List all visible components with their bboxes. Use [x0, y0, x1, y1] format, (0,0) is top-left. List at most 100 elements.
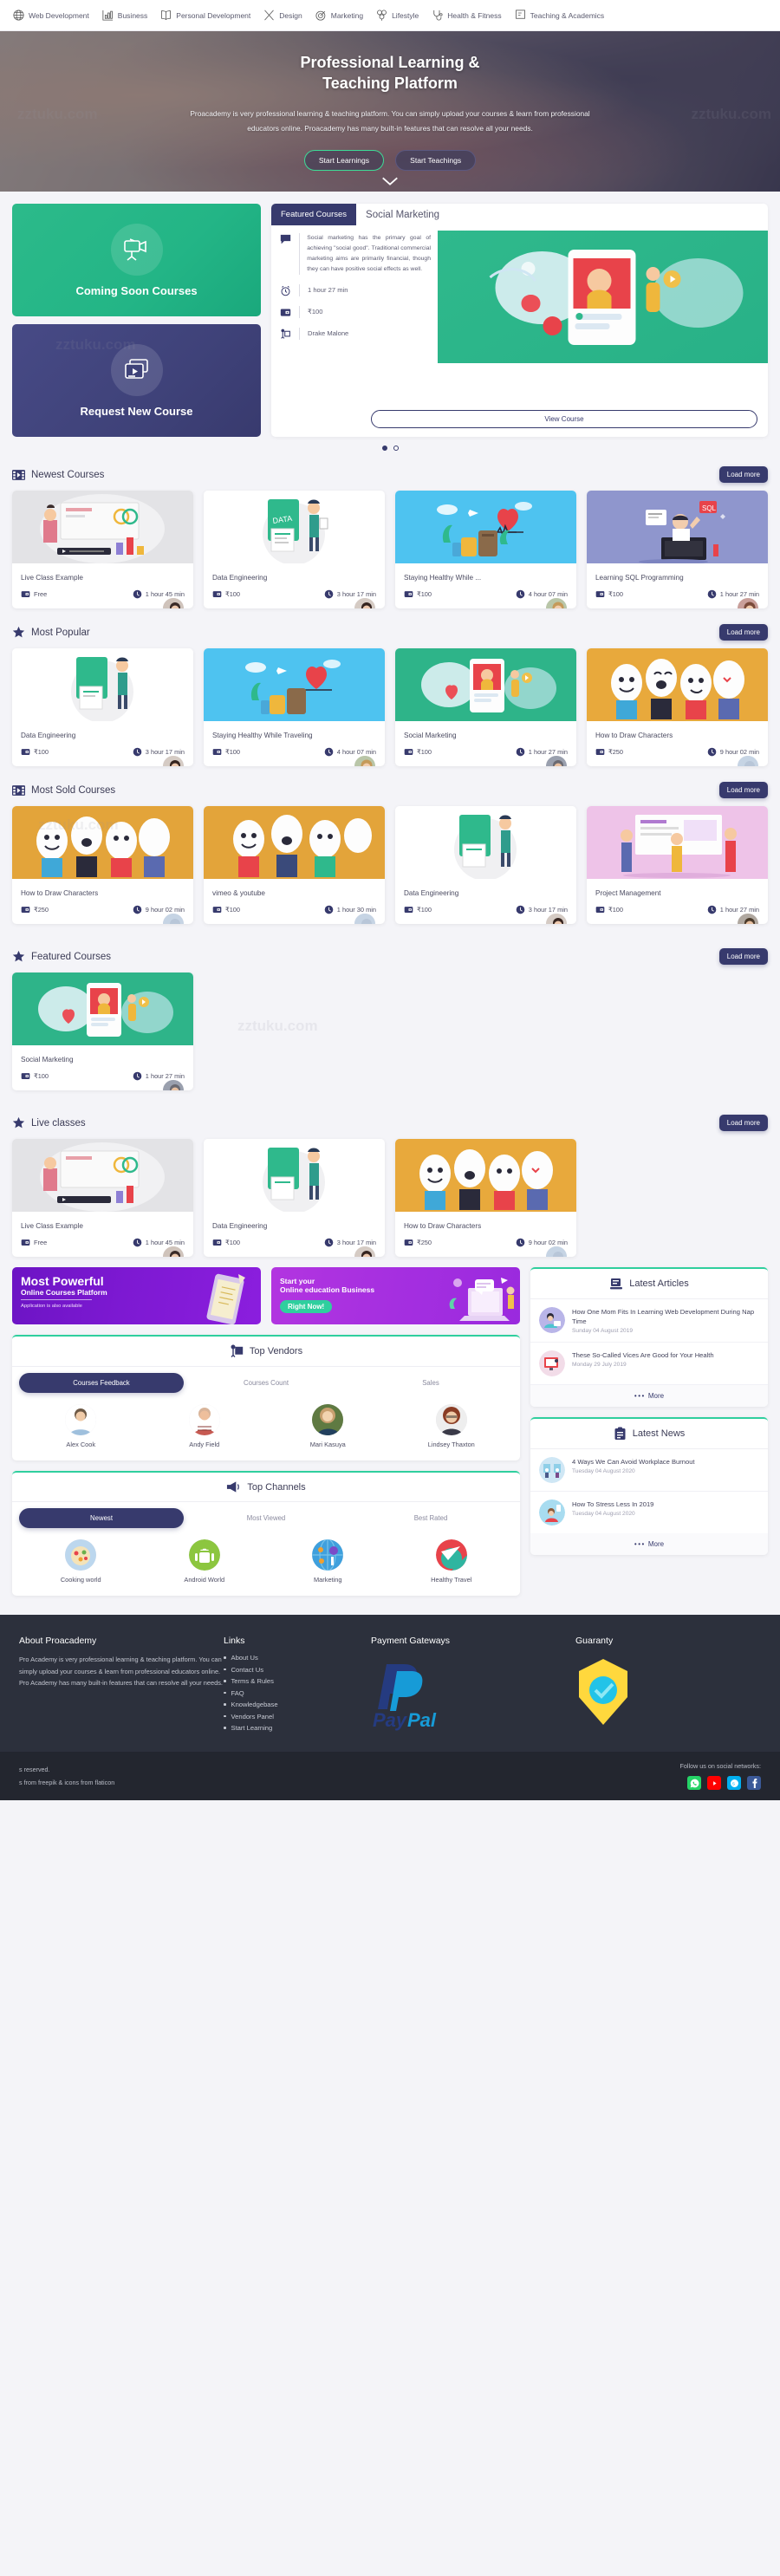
chevron-down-icon[interactable]	[380, 175, 400, 187]
pencil-ruler-icon	[264, 10, 275, 21]
facebook-icon[interactable]	[747, 1776, 761, 1790]
nav-item-web-development[interactable]: Web Development	[12, 9, 89, 22]
article-icon	[610, 1278, 623, 1290]
carousel-dot-1[interactable]	[381, 446, 387, 451]
footer-link-start-learning[interactable]: Start Learning	[224, 1724, 371, 1732]
course-card[interactable]: Live Class Example Free 1 hour 45 min	[12, 491, 193, 608]
list-item[interactable]: Mari Kasuya	[266, 1404, 390, 1448]
featured-tabs: Featured Courses Social Marketing	[271, 204, 768, 225]
list-item[interactable]: Marketing	[266, 1539, 390, 1584]
view-course-button[interactable]: View Course	[371, 410, 757, 428]
list-item[interactable]: Cooking world	[19, 1539, 143, 1584]
youtube-icon[interactable]	[707, 1776, 721, 1790]
channel-name: Healthy Travel	[431, 1576, 472, 1584]
course-card[interactable]: Staying Healthy While ... ₹100 4 hour 07…	[395, 491, 576, 608]
promo-column: Coming Soon Courses zztuku.com Request N…	[12, 204, 261, 437]
load-more-button[interactable]: Load more	[718, 624, 768, 641]
svg-text:Pal: Pal	[407, 1709, 437, 1731]
course-card[interactable]: Social Marketing ₹100 1 hour 27 min	[395, 648, 576, 766]
course-card[interactable]: How to Draw Characters ₹250 9 hour 02 mi…	[587, 648, 768, 766]
footer-link-faq[interactable]: FAQ	[224, 1689, 371, 1697]
hero-actions: Start Learnings Start Teachings	[173, 150, 607, 172]
tab-most-viewed[interactable]: Most Viewed	[184, 1508, 348, 1528]
promo-banners: Most Powerful Online Courses Platform Ap…	[12, 1267, 520, 1324]
promo-label: Coming Soon Courses	[75, 283, 198, 297]
nav-label: Web Development	[29, 10, 89, 20]
course-card[interactable]: Data Engineering ₹100 3 hour 17 min	[395, 806, 576, 924]
list-item[interactable]: These So-Called Vices Are Good for Your …	[530, 1343, 768, 1385]
tab-courses-feedback[interactable]: Courses Feedback	[19, 1373, 184, 1393]
course-card[interactable]: Project Management ₹100 1 hour 27 min	[587, 806, 768, 924]
nav-item-design[interactable]: Design	[263, 9, 302, 22]
course-price: Free	[34, 1239, 48, 1246]
course-card[interactable]: Data Engineering ₹100 3 hour 17 min	[204, 1139, 385, 1257]
course-thumbnail	[587, 648, 768, 721]
footer-link-knowledgebase[interactable]: Knowledgebase	[224, 1701, 371, 1708]
footer-link-terms-rules[interactable]: Terms & Rules	[224, 1677, 371, 1685]
presentation-icon	[280, 328, 299, 340]
list-item[interactable]: Android World	[143, 1539, 267, 1584]
load-more-button[interactable]: Load more	[718, 1115, 768, 1131]
tab-courses-count[interactable]: Courses Count	[184, 1373, 348, 1393]
banner-most-powerful[interactable]: Most Powerful Online Courses Platform Ap…	[12, 1267, 261, 1324]
course-card[interactable]: How to Draw Characters ₹250 9 hour 02 mi…	[12, 806, 193, 924]
news-more-button[interactable]: ••• More	[530, 1533, 768, 1555]
whatsapp-icon[interactable]	[687, 1776, 701, 1790]
nav-item-business[interactable]: Business	[101, 9, 147, 22]
course-grid: zztuku.com	[12, 973, 768, 1090]
course-thumbnail	[587, 806, 768, 879]
load-more-button[interactable]: Load more	[718, 466, 768, 483]
laptop-chat-illustration	[449, 1278, 515, 1321]
article-thumbnail	[539, 1350, 565, 1376]
footer-heading: About Proacademy	[19, 1636, 97, 1646]
footer-link-contact-us[interactable]: Contact Us	[224, 1666, 371, 1674]
banner-start-business[interactable]: Start your Online education Business Rig…	[271, 1267, 520, 1324]
articles-more-button[interactable]: ••• More	[530, 1385, 768, 1407]
live-class-illustration	[40, 1142, 165, 1212]
list-item[interactable]: Alex Cook	[19, 1404, 143, 1448]
nav-item-personal-development[interactable]: Personal Development	[159, 9, 250, 22]
price-chip: ₹250	[21, 905, 49, 914]
tab-featured-courses[interactable]: Featured Courses	[271, 204, 357, 225]
course-card[interactable]: Live Class Example Free 1 hour 45 min	[12, 1139, 193, 1257]
skype-icon[interactable]: S	[727, 1776, 741, 1790]
footer-link-about-us[interactable]: About Us	[224, 1654, 371, 1662]
course-card[interactable]: SQL Learning SQL Programming ₹100 1 hour…	[587, 491, 768, 608]
nav-item-health-fitness[interactable]: Health & Fitness	[431, 9, 502, 22]
course-card[interactable]: Staying Healthy While Traveling ₹100 4 h…	[204, 648, 385, 766]
course-price: ₹100	[34, 748, 49, 756]
list-item[interactable]: Andy Field	[143, 1404, 267, 1448]
tab-sales[interactable]: Sales	[348, 1373, 513, 1393]
carousel-dot-2[interactable]	[393, 446, 399, 451]
course-card[interactable]: Data Engineering ₹100 3 hour 17 min	[12, 648, 193, 766]
course-card[interactable]: Social Marketing ₹100 1 hour 27 min	[12, 973, 193, 1090]
tab-best-rated[interactable]: Best Rated	[348, 1508, 513, 1528]
course-card[interactable]: vimeo & youtube ₹100 1 hour 30 min	[204, 806, 385, 924]
panel-title: Latest Articles	[629, 1278, 689, 1289]
nav-item-marketing[interactable]: Marketing	[315, 9, 363, 22]
list-item[interactable]: How To Stress Less In 2019 Tuesday 04 Au…	[530, 1492, 768, 1533]
ellipsis-icon: •••	[634, 1392, 646, 1400]
course-description: Social marketing has the primary goal of…	[307, 235, 431, 272]
banner-cta-pill[interactable]: Right Now!	[280, 1300, 333, 1313]
load-more-button[interactable]: Load more	[718, 782, 768, 798]
coming-soon-courses-card[interactable]: Coming Soon Courses	[12, 204, 261, 316]
request-new-course-card[interactable]: zztuku.com Request New Course	[12, 324, 261, 437]
top-channels-panel: Top Channels Newest Most Viewed Best Rat…	[12, 1471, 520, 1596]
start-learnings-button[interactable]: Start Learnings	[303, 150, 385, 172]
list-item[interactable]: Healthy Travel	[390, 1539, 514, 1584]
list-item[interactable]: Lindsey Thaxton	[390, 1404, 514, 1448]
footer-link-vendors-panel[interactable]: Vendors Panel	[224, 1713, 371, 1721]
price-chip: ₹100	[404, 747, 432, 757]
course-thumbnail	[12, 806, 193, 879]
course-card[interactable]: DATA Data Engineering ₹100 3 hour 17 min	[204, 491, 385, 608]
start-teachings-button[interactable]: Start Teachings	[395, 150, 477, 172]
nav-item-lifestyle[interactable]: Lifestyle	[375, 9, 419, 22]
list-item[interactable]: How One Mom Fits In Learning Web Develop…	[530, 1299, 768, 1343]
list-item[interactable]: 4 Ways We Can Avoid Workplace Burnout Tu…	[530, 1449, 768, 1492]
vendor-name: Andy Field	[189, 1441, 220, 1448]
tab-newest[interactable]: Newest	[19, 1508, 184, 1528]
course-card[interactable]: How to Draw Characters ₹250 9 hour 02 mi…	[395, 1139, 576, 1257]
nav-item-teaching-academics[interactable]: Teaching & Academics	[514, 9, 604, 22]
load-more-button[interactable]: Load more	[718, 948, 768, 965]
